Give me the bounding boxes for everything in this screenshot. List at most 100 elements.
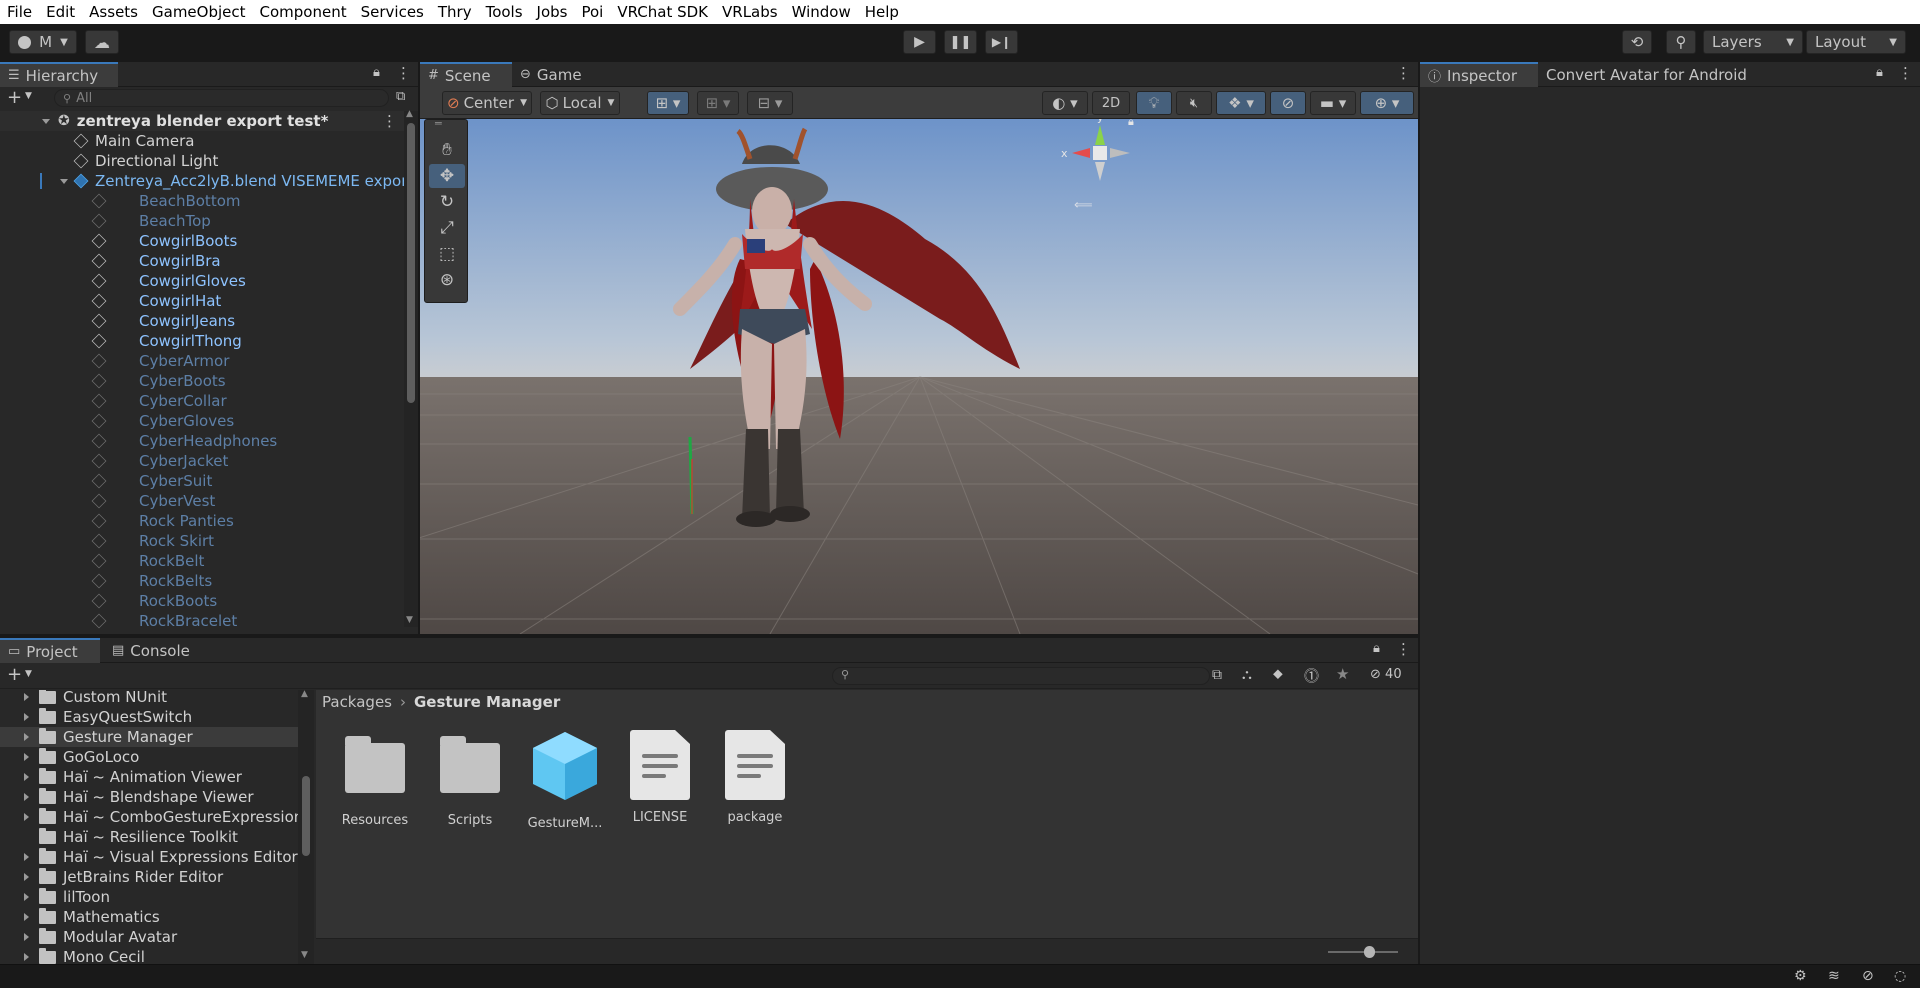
menu-item-window[interactable]: Window bbox=[785, 3, 858, 21]
hierarchy-item[interactable]: Rock Panties bbox=[0, 511, 404, 531]
hierarchy-item[interactable]: RockBelts bbox=[0, 571, 404, 591]
cache-server-icon[interactable]: ≋ bbox=[1828, 968, 1840, 984]
2d-toggle[interactable]: 2D bbox=[1092, 91, 1130, 115]
add-icon[interactable]: + bbox=[7, 87, 22, 108]
project-folder-item[interactable]: Haï ~ ComboGestureExpressions bbox=[0, 807, 298, 827]
project-folder-item[interactable]: Mathematics bbox=[0, 907, 298, 927]
asset-item[interactable]: Resources bbox=[334, 730, 416, 828]
hierarchy-item[interactable]: BeachBottom bbox=[0, 191, 404, 211]
scroll-down-icon[interactable]: ▼ bbox=[406, 615, 413, 625]
hierarchy-item[interactable]: CowgirlHat bbox=[0, 291, 404, 311]
hidden-packages-toggle[interactable]: ⊘ 40 bbox=[1370, 667, 1402, 682]
project-folder-item[interactable]: Modular Avatar bbox=[0, 927, 298, 947]
hierarchy-item[interactable]: CyberJacket bbox=[0, 451, 404, 471]
filter-by-type-icon[interactable]: ⛬ bbox=[1242, 667, 1252, 683]
project-folder-item[interactable]: Haï ~ Blendshape Viewer bbox=[0, 787, 298, 807]
expand-triangle-icon[interactable] bbox=[24, 713, 29, 721]
hand-tool[interactable]: ✋︎ bbox=[429, 138, 465, 162]
zoom-slider[interactable] bbox=[1328, 946, 1398, 958]
expand-triangle-icon[interactable] bbox=[24, 893, 29, 901]
cloud-button[interactable]: ☁ bbox=[85, 30, 119, 54]
step-button[interactable]: ▶❙ bbox=[985, 30, 1018, 54]
grid-snap-toggle[interactable]: ⊞ ▾ bbox=[647, 91, 689, 115]
hierarchy-item[interactable]: CowgirlGloves bbox=[0, 271, 404, 291]
scroll-up-icon[interactable]: ▲ bbox=[406, 109, 413, 119]
gizmos-dropdown[interactable]: ⊕ ▾ bbox=[1360, 91, 1414, 115]
scroll-up-icon[interactable]: ▲ bbox=[301, 689, 308, 699]
chevron-down-icon[interactable]: ▼ bbox=[25, 669, 32, 679]
scene-visibility-toggle[interactable]: ⊘ bbox=[1270, 91, 1306, 115]
asset-item[interactable]: LICENSE bbox=[619, 730, 701, 825]
expand-triangle-icon[interactable] bbox=[24, 853, 29, 861]
lock-icon[interactable]: 🔒︎ bbox=[1373, 641, 1380, 656]
lighting-toggle[interactable]: 💡︎ bbox=[1136, 91, 1172, 115]
effects-dropdown[interactable]: ❖ ▾ bbox=[1216, 91, 1266, 115]
hierarchy-item[interactable]: RockBracelet bbox=[0, 611, 404, 631]
hierarchy-item[interactable]: CyberBoots bbox=[0, 371, 404, 391]
drag-handle-icon[interactable]: ═ bbox=[435, 119, 442, 130]
lock-icon[interactable]: 🔒︎ bbox=[373, 65, 380, 80]
pivot-center-dropdown[interactable]: ⊘ Center ▼ bbox=[442, 91, 532, 115]
increment-snap-toggle[interactable]: ⊞ ▾ bbox=[697, 91, 739, 115]
expand-triangle-icon[interactable] bbox=[24, 953, 29, 961]
scene-row[interactable]: ✪ zentreya blender export test* ⋮ bbox=[0, 111, 404, 131]
gizmo-perspective-icon[interactable]: ⟸ bbox=[1074, 198, 1093, 213]
hierarchy-item[interactable]: CyberVest bbox=[0, 491, 404, 511]
project-folder-item[interactable]: lilToon bbox=[0, 887, 298, 907]
tab-scene[interactable]: # Scene bbox=[420, 62, 512, 87]
menu-item-edit[interactable]: Edit bbox=[39, 3, 82, 21]
expand-triangle-icon[interactable] bbox=[24, 933, 29, 941]
project-folder-item[interactable]: JetBrains Rider Editor bbox=[0, 867, 298, 887]
breadcrumb-current[interactable]: Gesture Manager bbox=[414, 693, 560, 711]
project-folder-item[interactable]: Haï ~ Animation Viewer bbox=[0, 767, 298, 787]
expand-triangle-icon[interactable] bbox=[24, 793, 29, 801]
hierarchy-item[interactable]: CyberCollar bbox=[0, 391, 404, 411]
project-folder-item[interactable]: Haï ~ Visual Expressions Editor bbox=[0, 847, 298, 867]
kebab-menu-icon[interactable]: ⋮ bbox=[1396, 640, 1411, 658]
space-local-dropdown[interactable]: ⬡ Local ▼ bbox=[540, 91, 620, 115]
hierarchy-item[interactable]: RockBoots bbox=[0, 591, 404, 611]
scene-viewport[interactable]: y x 🔒︎ ⟸ ═ ✋︎ ✥ ↻ ⤢ ⬚ ⊛ bbox=[420, 119, 1418, 634]
chevron-down-icon[interactable]: ▼ bbox=[25, 91, 32, 101]
tab-console[interactable]: ▤ Console bbox=[104, 638, 204, 663]
draw-mode-dropdown[interactable]: ◐ ▾ bbox=[1042, 91, 1088, 115]
hierarchy-item[interactable]: CowgirlBoots bbox=[0, 231, 404, 251]
asset-item[interactable]: GestureM... bbox=[524, 730, 606, 831]
kebab-menu-icon[interactable]: ⋮ bbox=[1898, 64, 1913, 82]
hierarchy-search-input[interactable]: ⚲ All bbox=[54, 89, 389, 107]
scroll-down-icon[interactable]: ▼ bbox=[301, 950, 308, 960]
expand-triangle-icon[interactable] bbox=[24, 813, 29, 821]
lock-icon[interactable]: 🔒︎ bbox=[1876, 65, 1883, 80]
tab-inspector[interactable]: ⓘ Inspector bbox=[1420, 62, 1538, 87]
hierarchy-item[interactable]: Rock Skirt bbox=[0, 531, 404, 551]
scene-canvas[interactable]: y x 🔒︎ ⟸ bbox=[420, 119, 1418, 634]
menu-item-services[interactable]: Services bbox=[354, 3, 431, 21]
hierarchy-item[interactable]: Zentreya_Acc2lyB.blend VISEMEME expor bbox=[0, 171, 407, 191]
history-button[interactable]: ⟲ bbox=[1622, 30, 1652, 54]
menu-item-help[interactable]: Help bbox=[858, 3, 906, 21]
menu-item-tools[interactable]: Tools bbox=[479, 3, 530, 21]
project-folder-item[interactable]: Custom NUnit bbox=[0, 690, 298, 707]
expand-triangle-icon[interactable] bbox=[24, 753, 29, 761]
layers-dropdown[interactable]: Layers ▼ bbox=[1703, 30, 1803, 54]
expand-triangle-icon[interactable] bbox=[24, 693, 29, 701]
hierarchy-item[interactable]: Directional Light bbox=[0, 151, 404, 171]
debug-mode-icon[interactable]: ⚙ bbox=[1794, 968, 1807, 984]
zoom-slider-thumb[interactable] bbox=[1364, 946, 1375, 958]
filter-by-label-icon[interactable]: ⬥ bbox=[1273, 666, 1283, 682]
expand-triangle-icon[interactable] bbox=[42, 118, 50, 124]
transform-tool[interactable]: ⊛ bbox=[429, 268, 465, 292]
asset-item[interactable]: Scripts bbox=[429, 730, 511, 828]
scene-visibility-icon[interactable]: ⧉ bbox=[396, 89, 405, 104]
menu-item-jobs[interactable]: Jobs bbox=[530, 3, 575, 21]
audio-toggle[interactable]: 🔇︎ bbox=[1176, 91, 1212, 115]
menu-item-vrlabs[interactable]: VRLabs bbox=[715, 3, 785, 21]
kebab-menu-icon[interactable]: ⋮ bbox=[1396, 64, 1411, 82]
project-folder-item[interactable]: GoGoLoco bbox=[0, 747, 298, 767]
expand-triangle-icon[interactable] bbox=[60, 178, 68, 184]
project-folder-item[interactable]: Mono Cecil bbox=[0, 947, 298, 964]
hierarchy-item[interactable]: CyberArmor bbox=[0, 351, 404, 371]
menu-item-component[interactable]: Component bbox=[253, 3, 354, 21]
rotate-tool[interactable]: ↻ bbox=[429, 190, 465, 214]
play-button[interactable]: ▶ bbox=[903, 30, 936, 54]
